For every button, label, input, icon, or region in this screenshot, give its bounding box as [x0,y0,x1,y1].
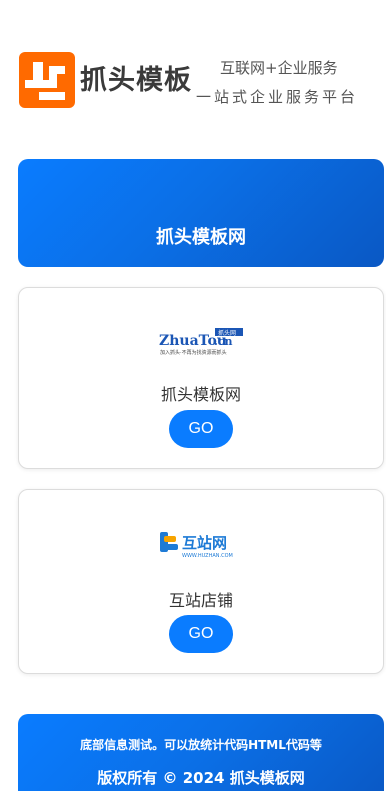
go-button-zhuatou[interactable]: GO [169,410,233,448]
brand-logo-text[interactable]: 抓头模板 [80,58,192,97]
banner-title: 抓头模板网 [156,227,246,248]
zhuatou-logo-badge: 抓头网 [218,329,236,337]
go-button-huzhan[interactable]: GO [169,615,233,653]
header-slogan-secondary: 一站式企业服务平台 [196,88,359,106]
site-card-zhuatou: ZhuaTou .cn 抓头网 加入抓头·不再为找资源而抓头 抓头模板网 GO [18,287,384,469]
site-card-name: 互站店铺 [168,591,233,610]
site-footer: 底部信息测试。可以放统计代码HTML代码等 版权所有 © 2024 抓头模板网 [18,714,384,791]
zhuatou-logo-icon[interactable]: ZhuaTou .cn 抓头网 加入抓头·不再为找资源而抓头 [159,328,243,356]
hero-banner: 抓头模板网 [18,159,384,267]
site-card-name: 抓头模板网 [160,385,241,404]
site-card-huzhan: 互站网 WWW.HUZHAN.COM 互站店铺 GO [18,489,384,674]
brand-logo-icon[interactable] [19,52,75,108]
zhuatou-logo-tagline: 加入抓头·不再为找资源而抓头 [160,349,227,356]
huzhan-logo-word: 互站网 [182,534,227,552]
huzhan-logo-tagline: WWW.HUZHAN.COM [182,553,233,559]
footer-note: 底部信息测试。可以放统计代码HTML代码等 [80,738,322,752]
huzhan-logo-icon[interactable]: 互站网 WWW.HUZHAN.COM [160,530,242,560]
header-slogan-primary: 互联网+企业服务 [220,59,338,77]
footer-copyright: 版权所有 © 2024 抓头模板网 [97,769,305,787]
site-header: 抓头模板 互联网+企业服务 一站式企业服务平台 [0,0,386,140]
